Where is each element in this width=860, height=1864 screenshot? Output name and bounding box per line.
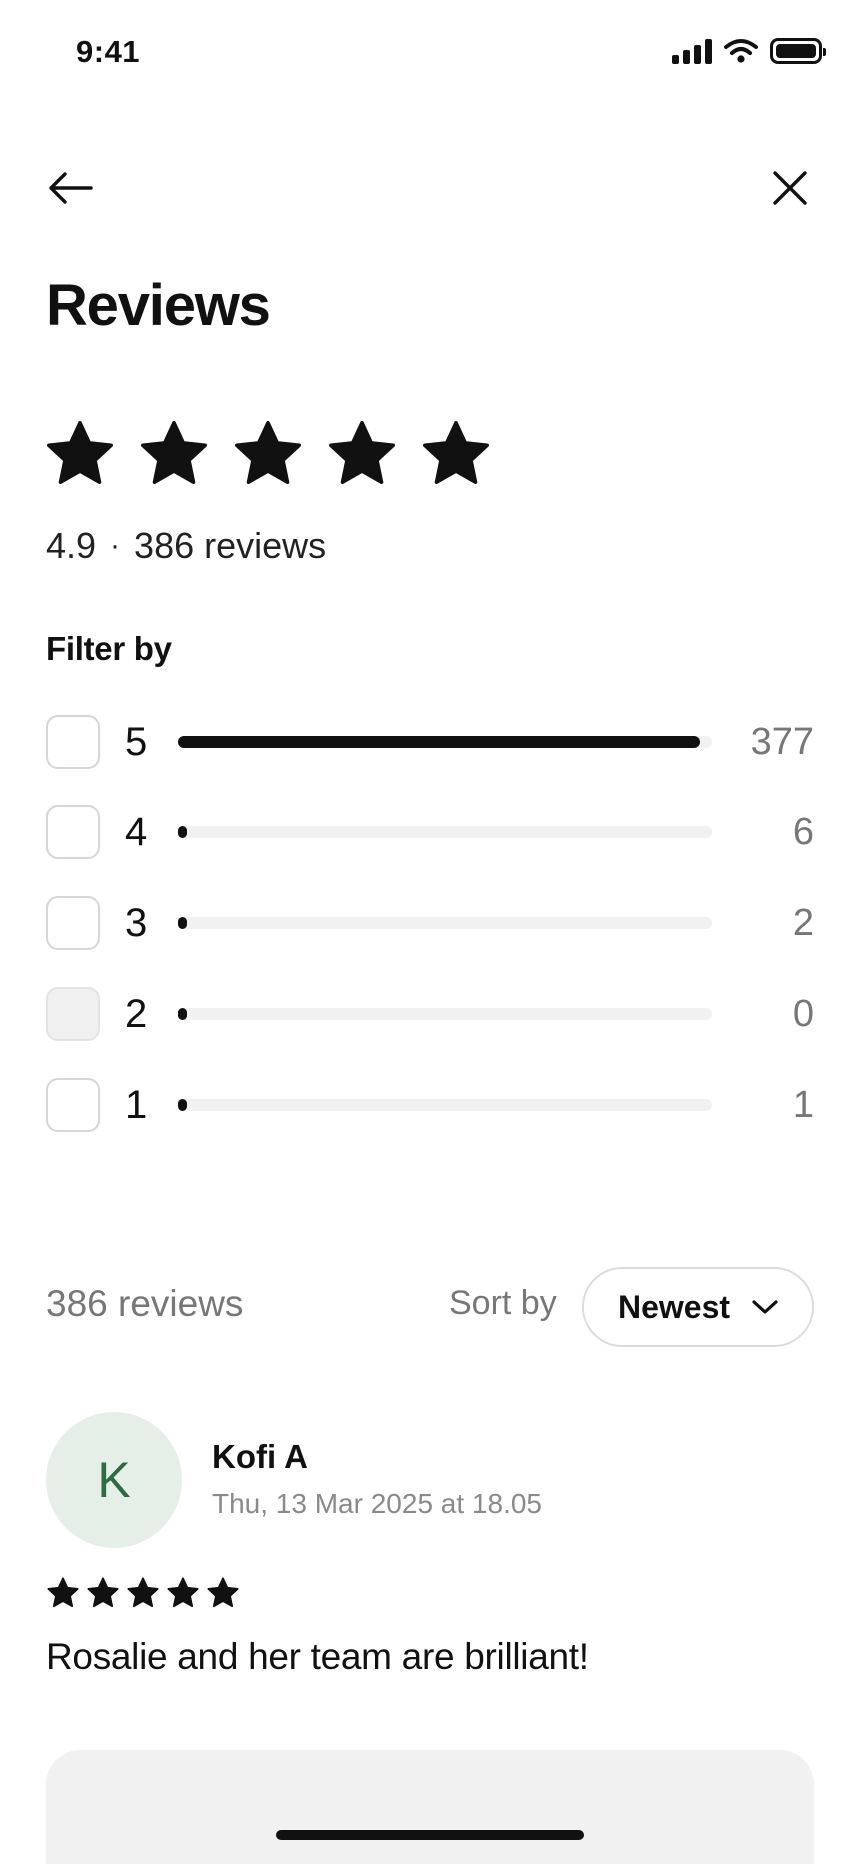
distribution-bar-fill bbox=[178, 917, 187, 929]
distribution-bar-track bbox=[178, 736, 712, 748]
star-icon bbox=[329, 421, 395, 484]
status-bar: 9:41 bbox=[0, 0, 860, 105]
reviews-screen: 9:41 Reviews 4.9 · 386 reviews Filter by… bbox=[0, 0, 860, 1864]
star-icon bbox=[141, 421, 207, 484]
arrow-left-icon bbox=[49, 172, 93, 204]
filter-checkbox-2 bbox=[46, 987, 100, 1041]
avatar: K bbox=[46, 1412, 182, 1548]
filter-row-5-stars: 5 377 bbox=[46, 715, 814, 769]
rating-count: 377 bbox=[750, 720, 814, 763]
rating-count: 1 bbox=[792, 1083, 814, 1126]
distribution-bar-track bbox=[178, 917, 712, 929]
reviewer-name: Kofi A bbox=[212, 1438, 308, 1475]
rating-count: 2 bbox=[792, 901, 814, 944]
star-icon bbox=[423, 421, 489, 484]
average-rating: 4.9 bbox=[46, 525, 97, 566]
battery-icon bbox=[770, 38, 826, 64]
distribution-bar-fill bbox=[178, 1008, 187, 1020]
rating-summary: 4.9 · 386 reviews bbox=[46, 525, 326, 567]
filter-title: Filter by bbox=[46, 630, 172, 667]
star-icon bbox=[127, 1577, 159, 1608]
star-icon bbox=[207, 1577, 239, 1608]
filter-row-3-stars: 3 2 bbox=[46, 896, 814, 950]
sort-dropdown[interactable]: Newest bbox=[582, 1267, 814, 1347]
star-level-label: 5 bbox=[125, 719, 148, 764]
review-date: Thu, 13 Mar 2025 at 18.05 bbox=[212, 1488, 542, 1519]
summary-separator: · bbox=[110, 529, 121, 562]
review-text: Rosalie and her team are brilliant! bbox=[46, 1636, 589, 1677]
distribution-bar-track bbox=[178, 1008, 712, 1020]
distribution-bar-fill bbox=[178, 826, 187, 838]
distribution-bar-fill bbox=[178, 736, 701, 748]
filter-checkbox-4[interactable] bbox=[46, 805, 100, 859]
close-icon bbox=[773, 171, 807, 205]
distribution-bar-fill bbox=[178, 1099, 187, 1111]
star-icon bbox=[87, 1577, 119, 1608]
rating-count: 0 bbox=[792, 992, 814, 1035]
rating-count: 6 bbox=[792, 810, 814, 853]
status-time: 9:41 bbox=[76, 34, 141, 69]
filter-checkbox-5[interactable] bbox=[46, 715, 100, 769]
star-level-label: 1 bbox=[125, 1082, 148, 1127]
status-icons bbox=[672, 38, 826, 64]
filter-row-4-stars: 4 6 bbox=[46, 805, 814, 859]
next-review-card bbox=[46, 1750, 814, 1864]
star-icon bbox=[167, 1577, 199, 1608]
sort-value: Newest bbox=[617, 1288, 731, 1325]
back-button[interactable] bbox=[42, 160, 98, 216]
close-button[interactable] bbox=[762, 160, 818, 216]
filter-row-1-star: 1 1 bbox=[46, 1078, 814, 1132]
wifi-icon bbox=[724, 39, 758, 63]
distribution-bar-track bbox=[178, 1099, 712, 1111]
distribution-bar-track bbox=[178, 826, 712, 838]
filter-checkbox-1[interactable] bbox=[46, 1078, 100, 1132]
chevron-down-icon bbox=[752, 1300, 778, 1314]
overall-rating-stars bbox=[44, 418, 492, 490]
star-icon bbox=[47, 1577, 79, 1608]
cellular-signal-icon bbox=[672, 38, 712, 64]
star-icon bbox=[47, 421, 113, 484]
star-level-label: 2 bbox=[125, 991, 148, 1036]
star-level-label: 4 bbox=[125, 809, 148, 854]
star-icon bbox=[235, 421, 301, 484]
review-rating-stars bbox=[46, 1576, 240, 1610]
reviews-count: 386 reviews bbox=[46, 1283, 244, 1324]
home-indicator bbox=[276, 1830, 584, 1840]
total-reviews-label: 386 reviews bbox=[134, 525, 327, 566]
star-level-label: 3 bbox=[125, 900, 148, 945]
filter-checkbox-3[interactable] bbox=[46, 896, 100, 950]
sort-label: Sort by bbox=[449, 1284, 557, 1322]
page-title: Reviews bbox=[46, 273, 271, 338]
filter-row-2-stars: 2 0 bbox=[46, 987, 814, 1041]
